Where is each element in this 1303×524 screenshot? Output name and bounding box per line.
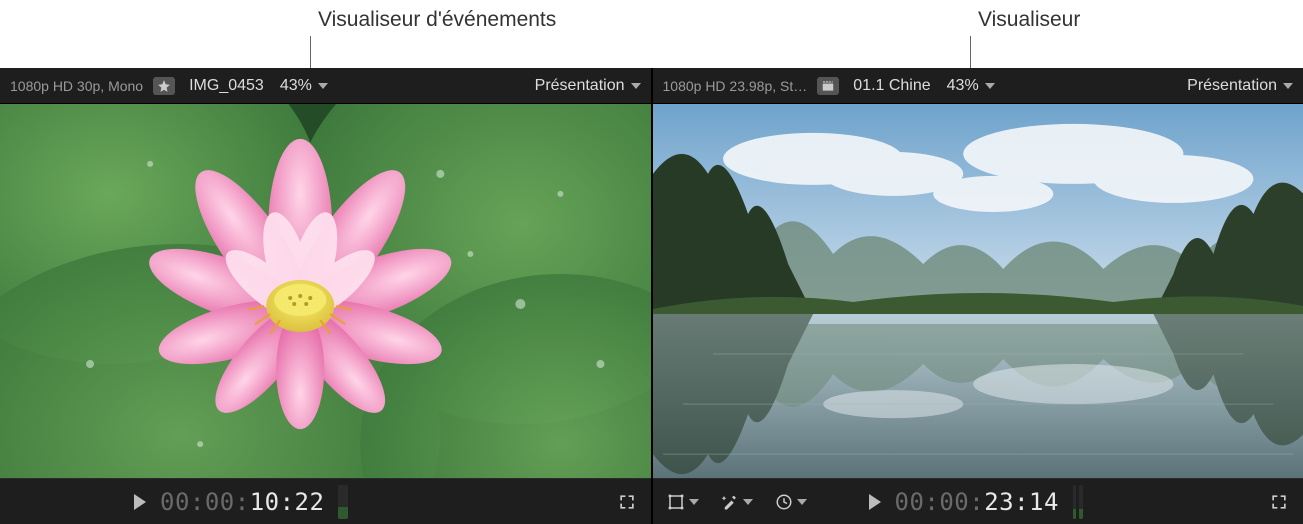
viewer-view-label: Présentation [1187,77,1277,95]
clapperboard-icon[interactable] [817,77,839,95]
callout-event-viewer: Visualiseur d'événements [318,8,556,32]
enhance-menu[interactable] [717,489,757,515]
viewer-timecode[interactable]: 00:00:23:14 [895,488,1059,516]
viewer-zoom-menu[interactable]: 43% [947,77,995,95]
play-button[interactable] [134,494,146,510]
event-viewer-viewport[interactable] [0,104,651,478]
event-viewer-view-menu[interactable]: Présentation [535,77,641,95]
chevron-down-icon [743,499,753,505]
viewer-format: 1080p HD 23.98p, St… [663,78,808,94]
viewer-topbar: 1080p HD 23.98p, St… 01.1 Chine 43% Prés… [653,68,1303,104]
chevron-down-icon [631,83,641,89]
viewer-bottombar: 00:00:23:14 [653,478,1303,524]
chevron-down-icon [318,83,328,89]
timecode-bright: 10:22 [250,488,325,516]
chevron-down-icon [689,499,699,505]
audio-meter[interactable] [338,485,348,519]
callout-viewer: Visualiseur [978,8,1080,32]
fullscreen-button[interactable] [613,488,641,516]
event-viewer-view-label: Présentation [535,77,625,95]
chevron-down-icon [797,499,807,505]
retime-menu[interactable] [771,489,811,515]
timecode-dim: 00:00: [895,488,985,516]
viewer-viewport[interactable] [653,104,1303,478]
chevron-down-icon [1283,83,1293,89]
event-viewer-topbar: 1080p HD 30p, Mono IMG_0453 43% Présenta… [0,68,651,104]
event-viewer-timecode[interactable]: 00:00:10:22 [160,488,324,516]
play-button[interactable] [869,494,881,510]
event-viewer-clip-name: IMG_0453 [189,77,264,95]
event-viewer-panel: 1080p HD 30p, Mono IMG_0453 43% Présenta… [0,68,651,524]
event-viewer-bottombar: 00:00:10:22 [0,478,651,524]
event-viewer-zoom-menu[interactable]: 43% [280,77,328,95]
fullscreen-button[interactable] [1265,488,1293,516]
timecode-dim: 00:00: [160,488,250,516]
viewer-zoom-value: 43% [947,77,979,95]
transform-menu[interactable] [663,489,703,515]
viewer-panel: 1080p HD 23.98p, St… 01.1 Chine 43% Prés… [651,68,1303,524]
chevron-down-icon [985,83,995,89]
viewer-clip-name: 01.1 Chine [853,77,930,95]
audio-meter[interactable] [1073,485,1083,519]
viewer-view-menu[interactable]: Présentation [1187,77,1293,95]
event-viewer-zoom-value: 43% [280,77,312,95]
star-icon[interactable] [153,77,175,95]
timecode-bright: 23:14 [984,488,1059,516]
event-viewer-format: 1080p HD 30p, Mono [10,78,143,94]
